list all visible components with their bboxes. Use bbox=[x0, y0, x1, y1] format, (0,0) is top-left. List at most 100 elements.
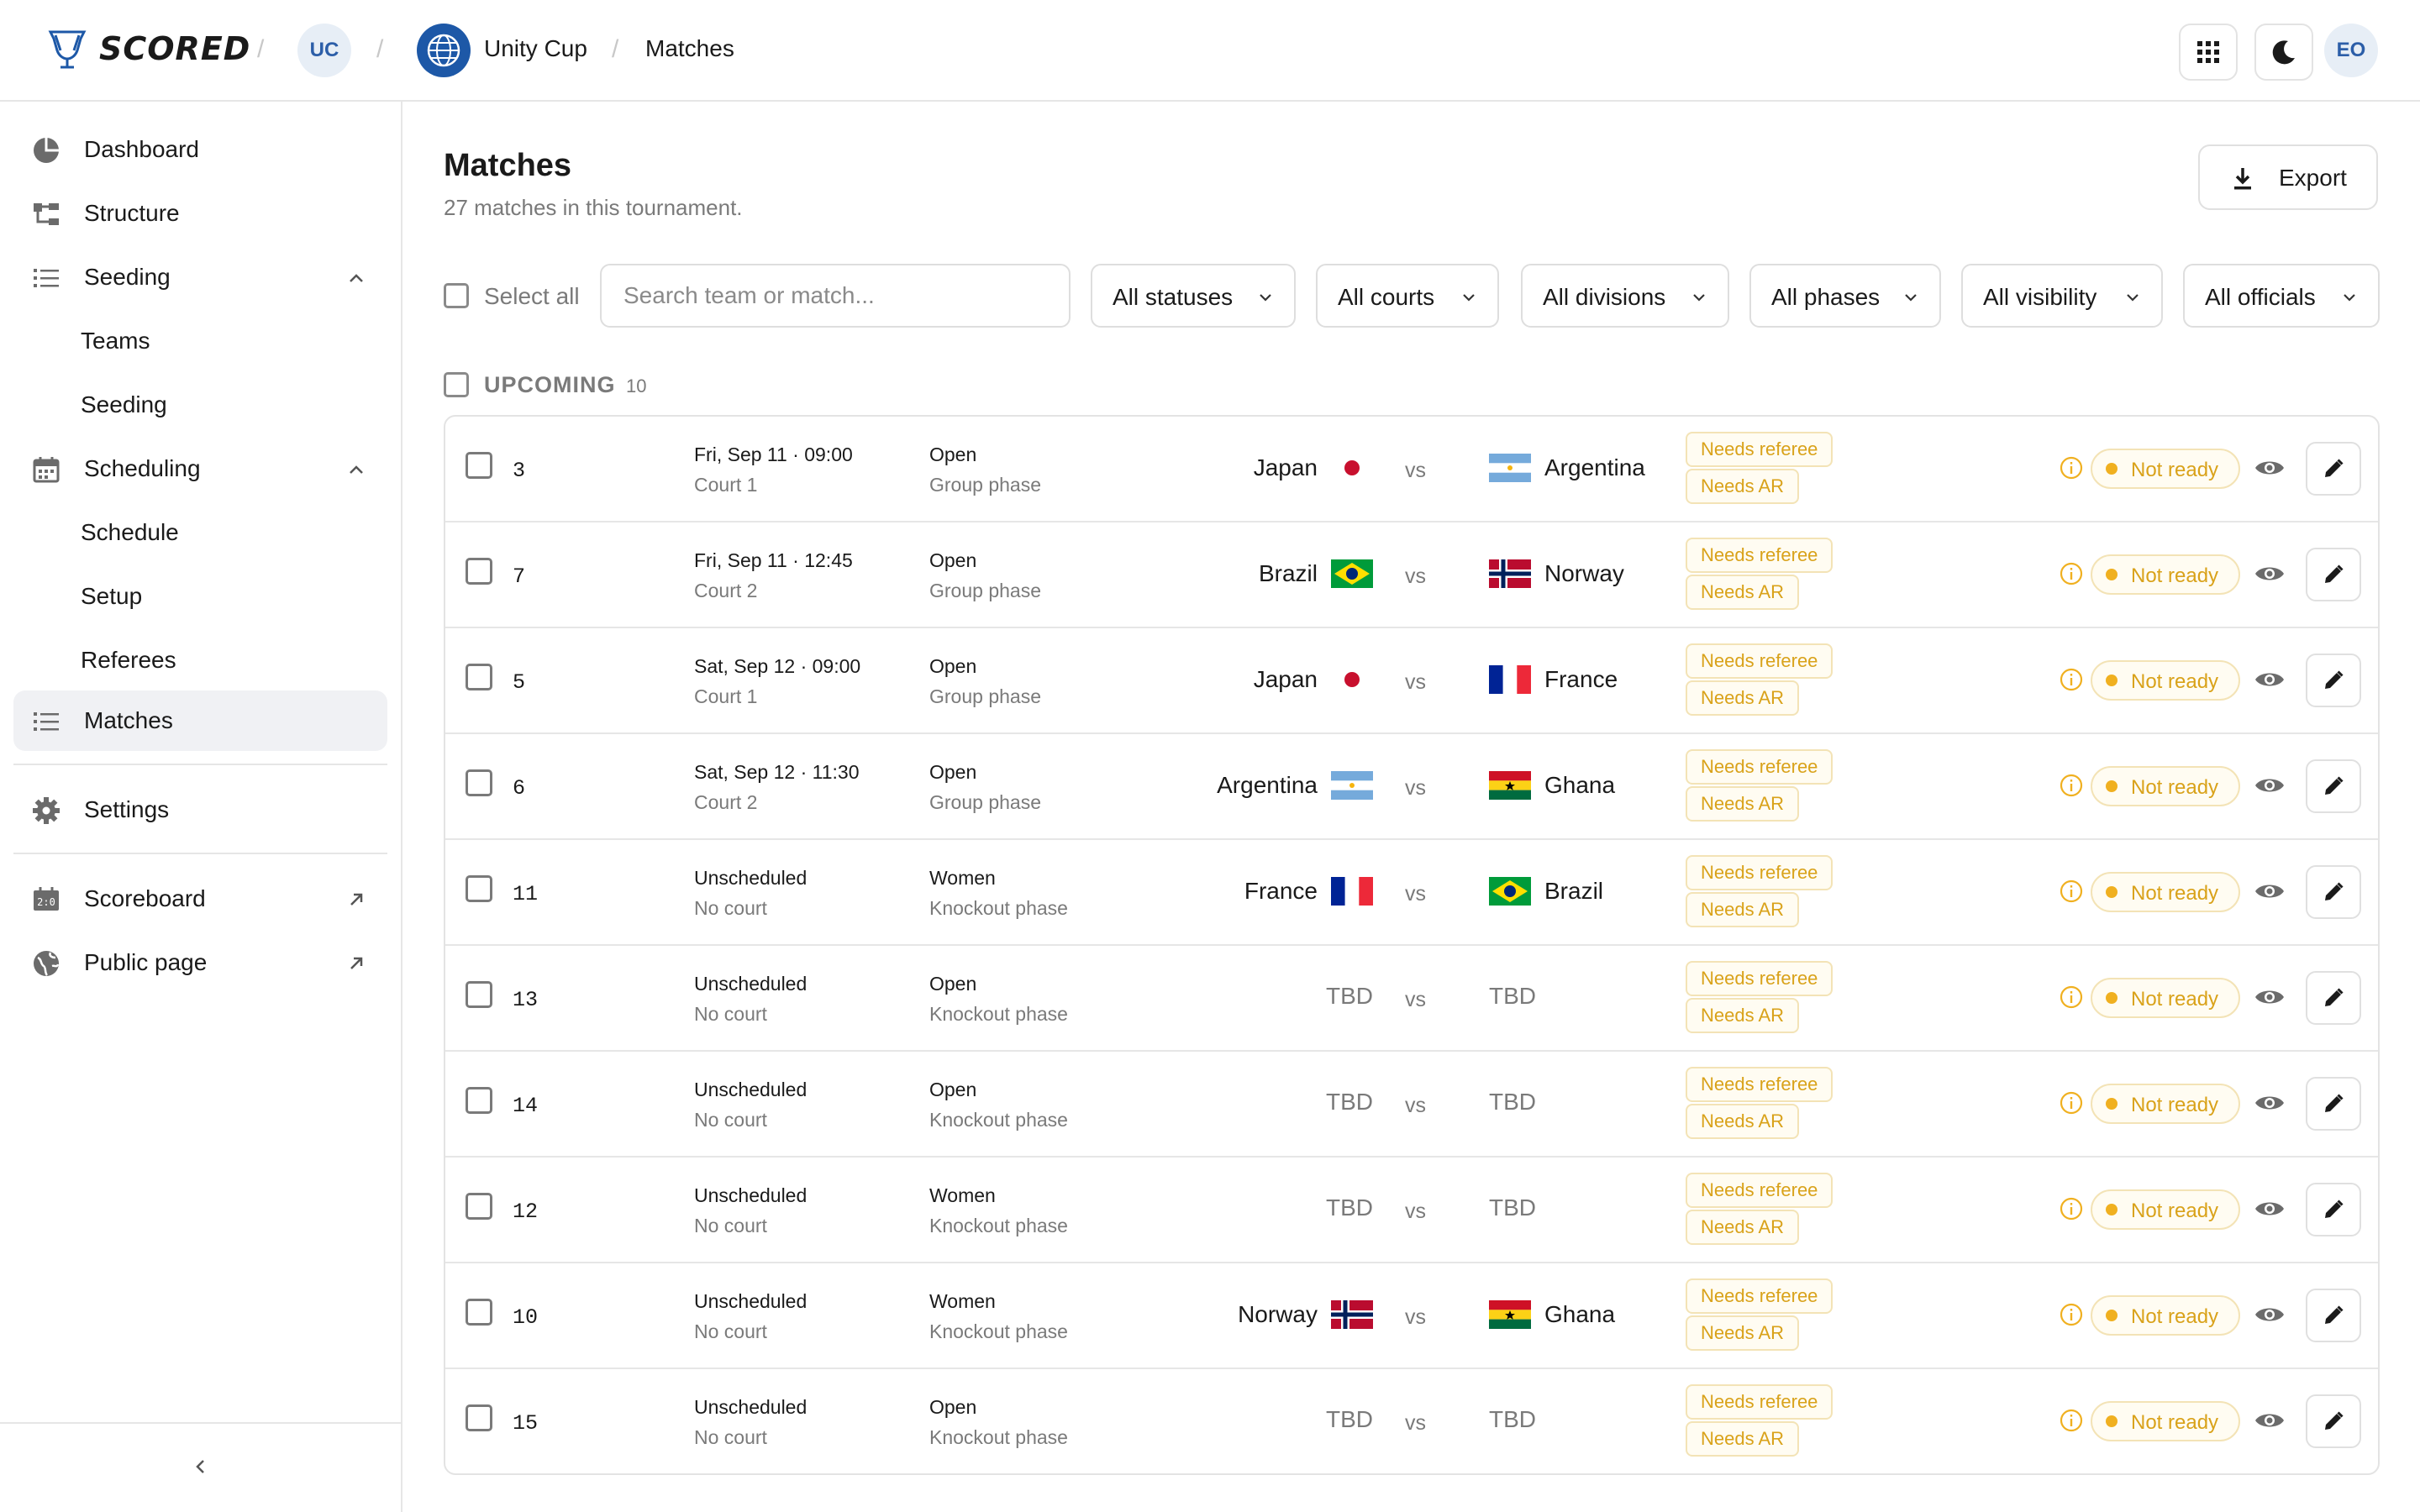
row-select-checkbox[interactable] bbox=[466, 1404, 492, 1431]
row-select-checkbox[interactable] bbox=[466, 452, 492, 479]
table-row[interactable]: 11 Unscheduled No court Women Knockout p… bbox=[445, 840, 2378, 946]
breadcrumb-page[interactable]: Matches bbox=[645, 35, 734, 62]
info-icon[interactable] bbox=[2059, 1408, 2084, 1433]
info-icon[interactable] bbox=[2059, 879, 2084, 904]
home-team-name: Brazil bbox=[1258, 560, 1318, 586]
sidebar-item-label: Scheduling bbox=[84, 455, 201, 481]
sidebar-item-seeding-group[interactable]: Seeding bbox=[13, 247, 387, 307]
court-filter-dropdown[interactable]: All courts bbox=[1316, 264, 1499, 328]
row-select-checkbox[interactable] bbox=[466, 558, 492, 585]
edit-button[interactable] bbox=[2306, 1394, 2361, 1448]
sidebar-item-dashboard[interactable]: Dashboard bbox=[13, 119, 387, 180]
match-division: Open bbox=[929, 655, 977, 677]
row-select-checkbox[interactable] bbox=[466, 769, 492, 796]
edit-button[interactable] bbox=[2306, 654, 2361, 707]
table-row[interactable]: 10 Unscheduled No court Women Knockout p… bbox=[445, 1263, 2378, 1369]
eye-icon[interactable] bbox=[2254, 984, 2286, 1010]
sidebar-item-schedule[interactable]: Schedule bbox=[13, 502, 387, 563]
eye-icon[interactable] bbox=[2254, 667, 2286, 692]
home-team-name: Japan bbox=[1253, 666, 1318, 692]
table-row[interactable]: 12 Unscheduled No court Women Knockout p… bbox=[445, 1158, 2378, 1263]
breadcrumb-tournament[interactable]: Unity Cup bbox=[484, 35, 587, 62]
match-division: Open bbox=[929, 549, 977, 571]
group-select-checkbox[interactable] bbox=[444, 372, 469, 397]
search-input[interactable] bbox=[600, 264, 1071, 328]
edit-button[interactable] bbox=[2306, 442, 2361, 496]
eye-icon[interactable] bbox=[2254, 1302, 2286, 1327]
eye-icon[interactable] bbox=[2254, 455, 2286, 480]
sidebar-item-setup[interactable]: Setup bbox=[13, 566, 387, 627]
user-avatar[interactable]: EO bbox=[2324, 24, 2378, 77]
apps-button[interactable] bbox=[2179, 24, 2238, 81]
row-select-checkbox[interactable] bbox=[466, 1087, 492, 1114]
match-datetime: Unscheduled bbox=[694, 973, 808, 995]
sidebar-item-teams[interactable]: Teams bbox=[13, 311, 387, 371]
edit-button[interactable] bbox=[2306, 971, 2361, 1025]
table-row[interactable]: 14 Unscheduled No court Open Knockout ph… bbox=[445, 1052, 2378, 1158]
eye-icon[interactable] bbox=[2254, 1196, 2286, 1221]
edit-button[interactable] bbox=[2306, 1183, 2361, 1236]
info-icon[interactable] bbox=[2059, 1196, 2084, 1221]
sidebar-item-public-page[interactable]: Public page bbox=[13, 932, 387, 993]
home-team-name: TBD bbox=[1326, 1406, 1373, 1432]
info-icon[interactable] bbox=[2059, 561, 2084, 586]
home-team: Japan bbox=[1254, 454, 1373, 482]
row-select-checkbox[interactable] bbox=[466, 1299, 492, 1326]
status-filter-dropdown[interactable]: All statuses bbox=[1091, 264, 1296, 328]
filter-label: All courts bbox=[1338, 284, 1435, 310]
table-row[interactable]: 3 Fri, Sep 11 · 09:00 Court 1 Open Group… bbox=[445, 417, 2378, 522]
division-filter-dropdown[interactable]: All divisions bbox=[1521, 264, 1729, 328]
visibility-filter-dropdown[interactable]: All visibility bbox=[1961, 264, 2163, 328]
edit-button[interactable] bbox=[2306, 1077, 2361, 1131]
info-icon[interactable] bbox=[2059, 984, 2084, 1010]
select-all-label[interactable]: Select all bbox=[484, 283, 580, 310]
row-select-checkbox[interactable] bbox=[466, 664, 492, 690]
officials-filter-dropdown[interactable]: All officials bbox=[2183, 264, 2380, 328]
away-team: Argentina bbox=[1489, 454, 1645, 482]
logo[interactable]: SCORED bbox=[44, 25, 250, 72]
sidebar-item-referees[interactable]: Referees bbox=[13, 630, 387, 690]
match-phase: Group phase bbox=[929, 474, 1041, 496]
info-icon[interactable] bbox=[2059, 1090, 2084, 1116]
sidebar-item-matches[interactable]: Matches bbox=[13, 690, 387, 751]
versus-label: vs bbox=[1405, 1200, 1426, 1223]
dark-mode-button[interactable] bbox=[2254, 24, 2313, 81]
info-icon[interactable] bbox=[2059, 773, 2084, 798]
table-row[interactable]: 5 Sat, Sep 12 · 09:00 Court 1 Open Group… bbox=[445, 628, 2378, 734]
export-button[interactable]: Export bbox=[2198, 144, 2378, 210]
select-all-checkbox[interactable] bbox=[444, 283, 469, 308]
sidebar-item-seeding[interactable]: Seeding bbox=[13, 375, 387, 435]
table-row[interactable]: 6 Sat, Sep 12 · 11:30 Court 2 Open Group… bbox=[445, 734, 2378, 840]
sidebar-item-scheduling-group[interactable]: Scheduling bbox=[13, 438, 387, 499]
match-court: Court 1 bbox=[694, 474, 758, 496]
edit-button[interactable] bbox=[2306, 1289, 2361, 1342]
eye-icon[interactable] bbox=[2254, 1090, 2286, 1116]
edit-button[interactable] bbox=[2306, 865, 2361, 919]
row-select-checkbox[interactable] bbox=[466, 875, 492, 902]
eye-icon[interactable] bbox=[2254, 1408, 2286, 1433]
info-icon[interactable] bbox=[2059, 1302, 2084, 1327]
match-phase: Knockout phase bbox=[929, 1215, 1068, 1236]
home-team: Argentina bbox=[1217, 771, 1373, 800]
org-avatar[interactable]: UC bbox=[297, 24, 351, 77]
row-select-checkbox[interactable] bbox=[466, 981, 492, 1008]
phase-filter-dropdown[interactable]: All phases bbox=[1749, 264, 1941, 328]
eye-icon[interactable] bbox=[2254, 773, 2286, 798]
info-icon[interactable] bbox=[2059, 455, 2084, 480]
status-label: Not ready bbox=[2131, 459, 2219, 481]
sidebar-item-scoreboard[interactable]: 2:0 Scoreboard bbox=[13, 869, 387, 929]
sidebar-item-settings[interactable]: Settings bbox=[13, 780, 387, 840]
edit-button[interactable] bbox=[2306, 759, 2361, 813]
eye-icon[interactable] bbox=[2254, 879, 2286, 904]
eye-icon[interactable] bbox=[2254, 561, 2286, 586]
table-row[interactable]: 13 Unscheduled No court Open Knockout ph… bbox=[445, 946, 2378, 1052]
sidebar-item-label: Schedule bbox=[81, 519, 179, 545]
sidebar-item-structure[interactable]: Structure bbox=[13, 183, 387, 244]
table-row[interactable]: 7 Fri, Sep 11 · 12:45 Court 2 Open Group… bbox=[445, 522, 2378, 628]
row-select-checkbox[interactable] bbox=[466, 1193, 492, 1220]
edit-button[interactable] bbox=[2306, 548, 2361, 601]
table-row[interactable]: 15 Unscheduled No court Open Knockout ph… bbox=[445, 1369, 2378, 1473]
collapse-sidebar-chevron-left-icon[interactable] bbox=[188, 1454, 213, 1479]
ghana-flag-icon bbox=[1489, 1300, 1531, 1329]
info-icon[interactable] bbox=[2059, 667, 2084, 692]
